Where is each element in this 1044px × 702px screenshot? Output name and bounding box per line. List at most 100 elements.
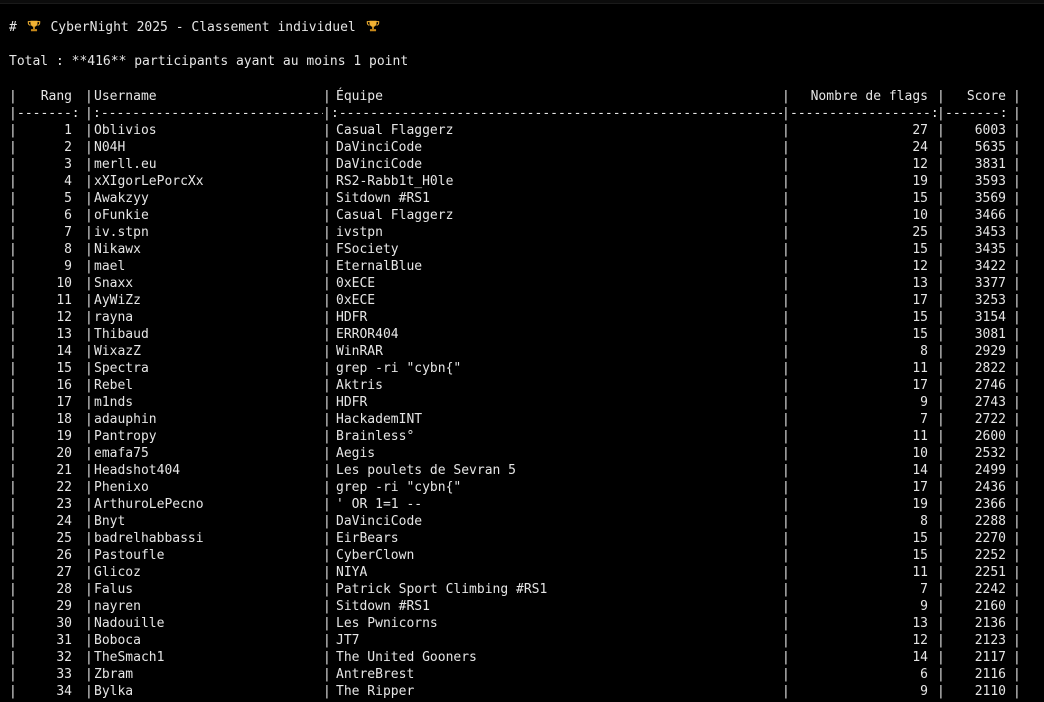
cell-score: 2436	[974, 480, 1006, 495]
cell-flags: 11	[912, 429, 928, 444]
column-divider: |	[782, 259, 790, 274]
column-divider: |	[85, 565, 93, 580]
cell-rank: 19	[56, 429, 72, 444]
cell-team: 0xECE	[336, 276, 376, 291]
column-divider: |	[782, 667, 790, 682]
cell-team: Sitdown #RS1	[336, 599, 430, 614]
column-divider: |	[782, 293, 790, 308]
column-divider: |	[85, 599, 93, 614]
column-divider: |	[1013, 361, 1021, 376]
column-divider: |	[782, 361, 790, 376]
column-divider: |	[85, 548, 93, 563]
column-divider: |	[1013, 548, 1021, 563]
column-divider: |	[782, 616, 790, 631]
column-divider: |	[782, 565, 790, 580]
cell-team: 0xECE	[336, 293, 376, 308]
cell-flags: 15	[912, 191, 928, 206]
column-divider: |	[323, 276, 331, 291]
cell-score: 3435	[974, 242, 1006, 257]
table-row: | | | | | | 24 Bnyt DaVinciCode 8 2288	[0, 513, 1044, 530]
cell-flags: 11	[912, 361, 928, 376]
cell-score: 2251	[974, 565, 1006, 580]
column-divider: |	[85, 582, 93, 597]
cell-rank: 22	[56, 480, 72, 495]
column-divider: |	[937, 89, 945, 104]
table-row: | | | | | | 6 oFunkie Casual Flaggerz 10 3466	[0, 207, 1044, 224]
cell-flags: 14	[912, 463, 928, 478]
cell-team: HackademINT	[336, 412, 423, 427]
cell-score: 3453	[974, 225, 1006, 240]
cell-username: xXIgorLePorcXx	[94, 174, 204, 189]
column-divider: |	[323, 463, 331, 478]
cell-score: 2160	[974, 599, 1006, 614]
column-divider: |	[937, 531, 945, 546]
cell-score: 2136	[974, 616, 1006, 631]
separator-flags: ------------------:	[790, 106, 937, 121]
column-divider: |	[85, 361, 93, 376]
column-divider: |	[782, 633, 790, 648]
cell-rank: 1	[64, 123, 72, 138]
cell-username: Pastoufle	[94, 548, 165, 563]
cell-score: 3081	[974, 327, 1006, 342]
column-divider: |	[782, 276, 790, 291]
cell-flags: 9	[920, 599, 928, 614]
column-divider: |	[1013, 514, 1021, 529]
column-divider: |	[323, 684, 331, 699]
column-divider: |	[1013, 463, 1021, 478]
cell-username: merll.eu	[94, 157, 157, 172]
column-divider: |	[1013, 293, 1021, 308]
column-header-flags: Nombre de flags	[810, 89, 928, 104]
cell-rank: 26	[56, 548, 72, 563]
column-divider: |	[1013, 89, 1021, 104]
cell-rank: 14	[56, 344, 72, 359]
cell-rank: 5	[64, 191, 72, 206]
cell-username: rayna	[94, 310, 134, 325]
cell-score: 3377	[974, 276, 1006, 291]
column-divider: |	[323, 633, 331, 648]
table-row: | | | | | | 32 TheSmach1 The United Gooners 14 211…	[0, 649, 1044, 666]
column-divider: |	[1013, 208, 1021, 223]
column-divider: |	[323, 667, 331, 682]
column-divider: |	[85, 327, 93, 342]
cell-team: EternalBlue	[336, 259, 423, 274]
cell-score: 2116	[974, 667, 1006, 682]
column-divider: |	[1013, 633, 1021, 648]
cell-username: Rebel	[94, 378, 134, 393]
cell-flags: 14	[912, 650, 928, 665]
column-divider: |	[85, 667, 93, 682]
column-divider: |	[85, 140, 93, 155]
column-divider: |	[782, 531, 790, 546]
column-divider: |	[937, 446, 945, 461]
cell-username: TheSmach1	[94, 650, 165, 665]
column-divider: |	[937, 174, 945, 189]
cell-rank: 8	[64, 242, 72, 257]
cell-flags: 7	[920, 412, 928, 427]
cell-username: Bnyt	[94, 514, 126, 529]
column-divider: |	[1013, 582, 1021, 597]
cell-flags: 7	[920, 582, 928, 597]
cell-username: Nikawx	[94, 242, 141, 257]
separator-rank: -------:	[17, 106, 80, 121]
cell-username: ArthuroLePecno	[94, 497, 204, 512]
column-divider: |	[1013, 412, 1021, 427]
table-row: | | | | | | 29 nayren Sitdown #RS1 9 2160	[0, 598, 1044, 615]
table-row: | | | | | | 30 Nadouille Les Pwnicorns 13 2136	[0, 615, 1044, 632]
cell-username: Boboca	[94, 633, 141, 648]
cell-score: 2532	[974, 446, 1006, 461]
table-header-row: | | | | | | Rang Username Équipe Nombre de flags S…	[0, 88, 1044, 105]
cell-rank: 11	[56, 293, 72, 308]
column-divider: |	[323, 378, 331, 393]
cell-team: DaVinciCode	[336, 514, 423, 529]
cell-score: 3831	[974, 157, 1006, 172]
column-divider: |	[1013, 344, 1021, 359]
column-divider: |	[85, 191, 93, 206]
column-divider: |	[782, 480, 790, 495]
column-divider: |	[1013, 378, 1021, 393]
column-divider: |	[937, 565, 945, 580]
column-divider: |	[782, 225, 790, 240]
column-divider: |	[85, 463, 93, 478]
cell-team: Patrick Sport Climbing #RS1	[336, 582, 548, 597]
cell-score: 2252	[974, 548, 1006, 563]
column-divider: |	[323, 565, 331, 580]
column-divider: |	[1013, 616, 1021, 631]
